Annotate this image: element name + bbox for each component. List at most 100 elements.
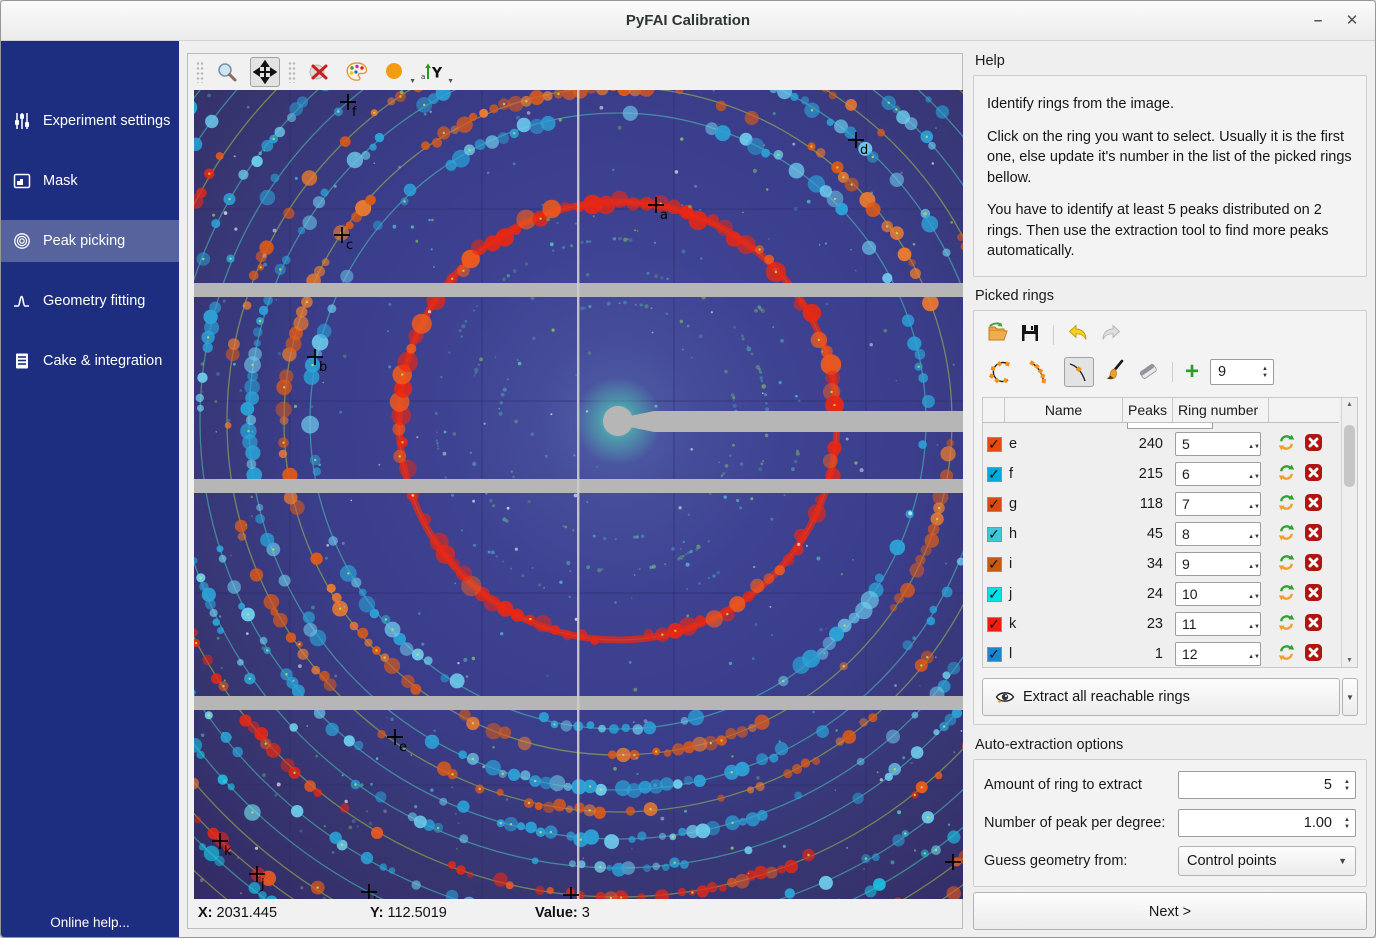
help-paragraph: Click on the ring you want to select. Us… <box>987 127 1353 189</box>
spin-arrows[interactable]: ▲▼ <box>1248 466 1260 482</box>
spin-arrows[interactable]: ▲▼ <box>1248 616 1260 632</box>
svg-text:a: a <box>421 73 425 81</box>
redo-icon[interactable] <box>1099 321 1123 350</box>
extract-rings-label: Extract all reachable rings <box>1023 689 1190 705</box>
scrollbar-thumb[interactable] <box>1344 425 1355 487</box>
ring-row-g[interactable]: ✓g1187▲▼ <box>983 489 1339 519</box>
arc-tool-icon[interactable] <box>1025 357 1055 387</box>
sidebar-item-experiment-settings[interactable]: Experiment settings <box>1 100 179 142</box>
spin-arrows[interactable]: ▲▼ <box>1248 646 1260 662</box>
refresh-ring-icon[interactable] <box>1277 583 1296 606</box>
toolbar-grip[interactable] <box>196 61 204 83</box>
ring-number-spinbox[interactable]: 10▲▼ <box>1175 582 1261 606</box>
ring-visible-checkbox[interactable]: ✓ <box>987 437 1002 452</box>
ring-name: f <box>1005 466 1123 482</box>
save-icon[interactable] <box>1019 322 1041 349</box>
delete-ring-icon[interactable] <box>1304 523 1323 546</box>
open-icon[interactable] <box>986 321 1010 350</box>
refresh-ring-icon[interactable] <box>1277 613 1296 636</box>
spin-arrows[interactable]: ▲▼ <box>1248 496 1260 512</box>
sidebar-item-geometry-fitting[interactable]: Geometry fitting <box>1 280 179 322</box>
scroll-down-icon[interactable]: ▼ <box>1342 654 1357 667</box>
refresh-ring-icon[interactable] <box>1277 493 1296 516</box>
ring-visible-checkbox[interactable]: ✓ <box>987 467 1002 482</box>
ring-peak-count: 23 <box>1123 616 1173 632</box>
refresh-ring-icon[interactable] <box>1277 643 1296 666</box>
delete-ring-icon[interactable] <box>1304 433 1323 456</box>
next-button[interactable]: Next > <box>973 892 1367 930</box>
undo-icon[interactable] <box>1066 321 1090 350</box>
spin-arrows[interactable]: ▲▼ <box>1248 556 1260 572</box>
new-ring-number-spinbox[interactable]: 9 ▲▼ <box>1210 359 1274 385</box>
ring-row-k[interactable]: ✓k2311▲▼ <box>983 609 1339 639</box>
ring-number-spinbox[interactable]: 8▲▼ <box>1175 522 1261 546</box>
ring-row-e[interactable]: ✓e2405▲▼ <box>983 429 1339 459</box>
sliders-icon <box>12 111 32 131</box>
ring-visible-checkbox[interactable]: ✓ <box>987 557 1002 572</box>
svg-text:f: f <box>352 105 357 120</box>
ring-row-f[interactable]: ✓f2156▲▼ <box>983 459 1339 489</box>
delete-ring-icon[interactable] <box>1304 553 1323 576</box>
ring-number-spinbox[interactable]: 9▲▼ <box>1175 552 1261 576</box>
close-button[interactable]: ✕ <box>1335 1 1369 41</box>
spin-arrows[interactable]: ▲▼ <box>1248 526 1260 542</box>
delete-ring-icon[interactable] <box>1304 613 1323 636</box>
guess-geometry-select[interactable]: Control points ▼ <box>1178 846 1356 876</box>
ring-number-spinbox[interactable]: 11▲▼ <box>1175 612 1261 636</box>
amount-of-rings-spinbox[interactable]: 5 ▲▼ <box>1178 771 1356 799</box>
peaks-per-degree-spinbox[interactable]: 1.00 ▲▼ <box>1178 809 1356 837</box>
refresh-ring-icon[interactable] <box>1277 523 1296 546</box>
minimize-button[interactable]: – <box>1301 1 1335 41</box>
scroll-up-icon[interactable]: ▲ <box>1342 398 1357 411</box>
table-header: Name Peaks Ring number <box>983 398 1339 423</box>
ring-name: e <box>1005 436 1123 452</box>
delete-ring-icon[interactable] <box>1304 643 1323 666</box>
spin-arrows[interactable]: ▲▼ <box>1248 436 1260 452</box>
ring-visible-checkbox[interactable]: ✓ <box>987 497 1002 512</box>
ring-row-l[interactable]: ✓l112▲▼ <box>983 639 1339 668</box>
palette-icon[interactable] <box>342 57 372 87</box>
delete-ring-icon[interactable] <box>1304 583 1323 606</box>
add-ring-icon[interactable]: + <box>1185 362 1199 382</box>
sidebar-item-mask[interactable]: Mask <box>1 160 179 202</box>
ring-row-i[interactable]: ✓i349▲▼ <box>983 549 1339 579</box>
extract-dropdown-button[interactable]: ▼ <box>1342 678 1358 716</box>
delete-ring-icon[interactable] <box>1304 463 1323 486</box>
ring-peak-count: 240 <box>1123 436 1173 452</box>
ring-full-arc-tool-icon[interactable] <box>986 357 1016 387</box>
refresh-ring-icon[interactable] <box>1277 463 1296 486</box>
ring-row-j[interactable]: ✓j2410▲▼ <box>983 579 1339 609</box>
spin-arrows[interactable]: ▲▼ <box>1248 586 1260 602</box>
brush-tool-icon[interactable] <box>1103 358 1127 387</box>
ring-visible-checkbox[interactable]: ✓ <box>987 587 1002 602</box>
single-point-arc-tool-icon[interactable] <box>1064 357 1094 387</box>
diffraction-image-canvas[interactable]: fdacbekjh <box>194 90 963 899</box>
ring-number-spinbox[interactable]: 6▲▼ <box>1175 462 1261 486</box>
y-axis-direction-icon[interactable]: a Y ▼ <box>418 57 448 87</box>
ring-number-spinbox[interactable]: 7▲▼ <box>1175 492 1261 516</box>
spin-arrows[interactable]: ▲▼ <box>1339 817 1355 830</box>
table-scrollbar[interactable]: ▲ ▼ <box>1341 398 1357 667</box>
ring-row-h[interactable]: ✓h458▲▼ <box>983 519 1339 549</box>
sidebar-item-cake-integration[interactable]: Cake & integration <box>1 340 179 382</box>
spin-arrows[interactable]: ▲▼ <box>1257 366 1273 379</box>
selected-option: Control points <box>1187 853 1338 869</box>
marker-style-icon[interactable]: ▼ <box>380 57 410 87</box>
ring-visible-checkbox[interactable]: ✓ <box>987 527 1002 542</box>
spin-arrows[interactable]: ▲▼ <box>1339 779 1355 792</box>
zoom-icon[interactable] <box>212 57 242 87</box>
sidebar-item-peak-picking[interactable]: Peak picking <box>1 220 179 262</box>
ring-visible-checkbox[interactable]: ✓ <box>987 647 1002 662</box>
delete-ring-icon[interactable] <box>1304 493 1323 516</box>
remove-crosshair-icon[interactable] <box>304 57 334 87</box>
eraser-tool-icon[interactable] <box>1136 358 1160 387</box>
online-help-link[interactable]: Online help... <box>1 915 179 930</box>
refresh-ring-icon[interactable] <box>1277 553 1296 576</box>
ring-number-spinbox[interactable]: 5▲▼ <box>1175 432 1261 456</box>
ring-number-spinbox[interactable]: 12▲▼ <box>1175 642 1261 666</box>
pan-icon[interactable] <box>250 57 280 87</box>
refresh-ring-icon[interactable] <box>1277 433 1296 456</box>
toolbar-grip[interactable] <box>288 61 296 83</box>
ring-visible-checkbox[interactable]: ✓ <box>987 617 1002 632</box>
extract-rings-button[interactable]: Extract all reachable rings <box>982 678 1340 716</box>
